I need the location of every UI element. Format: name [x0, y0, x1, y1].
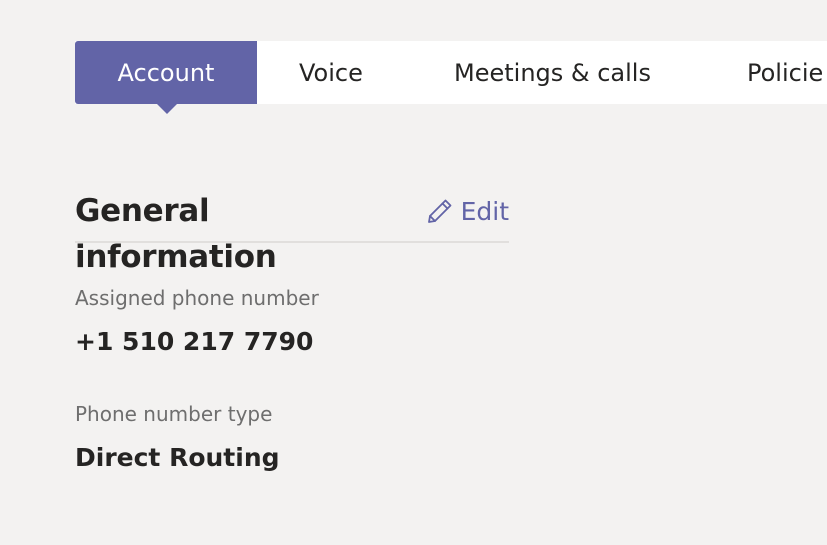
section-title: General information — [75, 193, 277, 275]
assigned-phone-number-label: Assigned phone number — [75, 286, 319, 310]
tab-account-label: Account — [117, 58, 215, 87]
tab-voice[interactable]: Voice — [257, 41, 415, 104]
tab-policies[interactable]: Policie — [711, 41, 823, 104]
edit-label: Edit — [460, 196, 509, 226]
phone-number-type-label: Phone number type — [75, 402, 273, 426]
tab-voice-label: Voice — [299, 58, 363, 87]
assigned-phone-number-value: +1 510 217 7790 — [75, 327, 314, 356]
edit-button[interactable]: Edit — [426, 188, 509, 234]
active-tab-indicator — [157, 104, 177, 114]
tab-meetings-calls[interactable]: Meetings & calls — [415, 41, 711, 104]
section-header: General information Edit — [75, 188, 509, 275]
tab-meetings-calls-label: Meetings & calls — [454, 58, 651, 87]
phone-number-type-value: Direct Routing — [75, 443, 280, 472]
tab-policies-label: Policie — [747, 58, 824, 87]
pencil-icon — [427, 199, 451, 223]
tab-bar: Account Voice Meetings & calls Policie — [75, 41, 827, 104]
tab-account[interactable]: Account — [75, 41, 257, 104]
